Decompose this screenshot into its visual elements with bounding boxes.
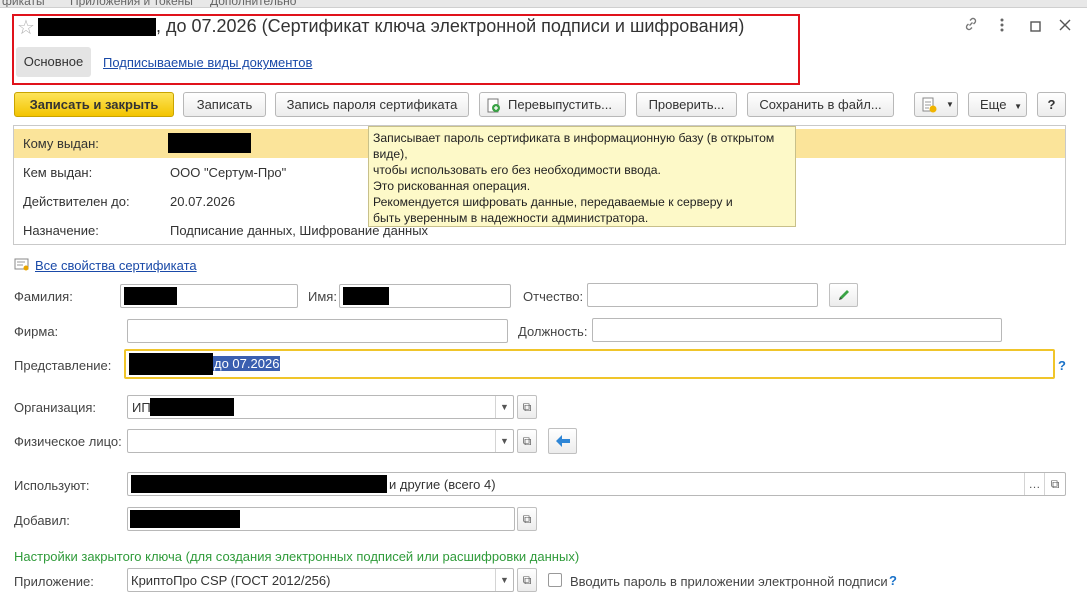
save-button[interactable]: Записать — [183, 92, 266, 117]
redacted-surname — [124, 287, 177, 305]
application-select[interactable]: КриптоПро CSP (ГОСТ 2012/256) ▼ — [127, 568, 514, 592]
name-label: Имя: — [308, 289, 337, 304]
patronymic-input[interactable] — [587, 283, 818, 307]
help-button[interactable]: ? — [1037, 92, 1066, 117]
certificate-properties-icon — [14, 258, 30, 275]
tab-main[interactable]: Основное — [16, 47, 91, 77]
pencil-icon — [837, 290, 851, 305]
person-select[interactable]: ▼ — [127, 429, 514, 453]
ellipsis-icon[interactable]: … — [1024, 473, 1044, 495]
chevron-down-icon: ▼ — [1014, 102, 1022, 111]
link-icon[interactable] — [963, 16, 979, 36]
tooltip-line: виде), — [373, 147, 408, 161]
enter-password-help-icon[interactable]: ? — [889, 573, 897, 588]
tooltip-line: Записывает пароль сертификата в информац… — [373, 131, 775, 145]
added-by-field[interactable] — [127, 507, 515, 531]
presentation-input[interactable]: до 07.2026 — [124, 349, 1055, 379]
open-icon: ⧉ — [522, 400, 532, 414]
redacted-issued-to — [168, 133, 251, 153]
save-to-file-button[interactable]: Сохранить в файл... — [747, 92, 894, 117]
open-icon: ⧉ — [522, 573, 532, 587]
users-value: и другие (всего 4) — [389, 477, 496, 492]
redacted-users — [131, 475, 387, 493]
issued-by-label: Кем выдан: — [23, 165, 93, 180]
open-application-button[interactable]: ⧉ — [517, 568, 537, 592]
more-vertical-icon[interactable] — [999, 17, 1005, 37]
reissue-button[interactable]: Перевыпустить... — [479, 92, 626, 117]
check-button[interactable]: Проверить... — [636, 92, 737, 117]
users-label: Используют: — [14, 478, 90, 493]
all-properties-link[interactable]: Все свойства сертификата — [35, 258, 197, 273]
chevron-down-icon[interactable]: ▼ — [495, 430, 513, 452]
tooltip-line: быть уверенным в надежности администрато… — [373, 211, 649, 225]
valid-until-value: 20.07.2026 — [170, 194, 236, 209]
tooltip-line: Рекомендуется шифровать данные, передава… — [373, 195, 733, 209]
private-key-section-title: Настройки закрытого ключа (для создания … — [14, 549, 580, 564]
person-label: Физическое лицо: — [14, 434, 122, 449]
position-input[interactable] — [592, 318, 1002, 342]
organization-select[interactable]: ИП ▼ — [127, 395, 514, 419]
chevron-down-icon: ▼ — [946, 100, 954, 109]
presentation-help-icon[interactable]: ? — [1058, 358, 1066, 373]
redacted-organization — [150, 398, 234, 416]
close-icon[interactable] — [1059, 18, 1071, 35]
added-by-label: Добавил: — [14, 513, 70, 528]
tooltip-line: чтобы использовать его без необходимости… — [373, 163, 661, 177]
reissue-label: Перевыпустить... — [508, 97, 612, 112]
open-icon: ⧉ — [522, 512, 532, 526]
organization-label: Организация: — [14, 400, 97, 415]
open-person-button[interactable]: ⧉ — [517, 429, 537, 453]
maximize-icon[interactable] — [1030, 19, 1041, 36]
arrow-left-icon — [555, 435, 571, 451]
issued-by-value: ООО "Сертум-Про" — [170, 165, 287, 180]
document-icon — [921, 97, 937, 120]
surname-label: Фамилия: — [14, 289, 73, 304]
position-label: Должность: — [518, 324, 588, 339]
open-icon: ⧉ — [522, 434, 532, 448]
more-button[interactable]: Еще ▼ — [968, 92, 1027, 117]
presentation-label: Представление: — [14, 358, 112, 373]
chevron-down-icon[interactable]: ▼ — [495, 569, 513, 591]
top-tab-certificates[interactable]: фикаты — [2, 0, 45, 7]
presentation-selected-text: до 07.2026 — [213, 356, 281, 371]
redacted-added-by — [130, 510, 240, 528]
users-field[interactable]: и другие (всего 4) … ⧉ — [127, 472, 1066, 496]
valid-until-label: Действителен до: — [23, 194, 130, 209]
tab-document-types[interactable]: Подписываемые виды документов — [103, 55, 312, 70]
redacted-presentation — [129, 353, 213, 375]
open-added-by-button[interactable]: ⧉ — [517, 507, 537, 531]
firm-input[interactable] — [127, 319, 508, 343]
purpose-label: Назначение: — [23, 223, 99, 238]
name-input[interactable] — [339, 284, 511, 308]
enter-password-checkbox[interactable] — [548, 573, 562, 587]
organization-value: ИП — [132, 400, 151, 415]
enter-password-label[interactable]: Вводить пароль в приложении электронной … — [570, 574, 888, 589]
surname-input[interactable] — [120, 284, 298, 308]
open-icon[interactable]: ⧉ — [1044, 473, 1065, 495]
save-close-button[interactable]: Записать и закрыть — [14, 92, 174, 117]
patronymic-label: Отчество: — [523, 289, 584, 304]
fill-person-button[interactable] — [548, 428, 577, 454]
open-organization-button[interactable]: ⧉ — [517, 395, 537, 419]
firm-label: Фирма: — [14, 324, 59, 339]
top-tab-strip: фикаты Приложения и токены Дополнительно — [0, 0, 1087, 8]
tooltip-line: Это рискованная операция. — [373, 179, 531, 193]
application-value: КриптоПро CSP (ГОСТ 2012/256) — [131, 573, 331, 588]
reissue-icon — [487, 97, 501, 120]
chevron-down-icon[interactable]: ▼ — [495, 396, 513, 418]
attachments-menu-button[interactable]: ▼ — [914, 92, 958, 117]
save-password-button[interactable]: Запись пароля сертификата — [275, 92, 469, 117]
page-title: , до 07.2026 (Сертификат ключа электронн… — [156, 16, 745, 36]
top-tab-apps-tokens[interactable]: Приложения и токены — [70, 0, 193, 7]
more-label: Еще — [980, 97, 1007, 112]
edit-name-button[interactable] — [829, 283, 858, 307]
top-tab-additional[interactable]: Дополнительно — [210, 0, 296, 7]
redacted-title-name — [38, 18, 156, 36]
redacted-name — [343, 287, 389, 305]
application-label: Приложение: — [14, 574, 94, 589]
save-password-tooltip: Записывает пароль сертификата в информац… — [368, 126, 796, 227]
issued-to-label: Кому выдан: — [23, 136, 99, 151]
favorite-star-icon[interactable]: ☆ — [17, 15, 35, 40]
